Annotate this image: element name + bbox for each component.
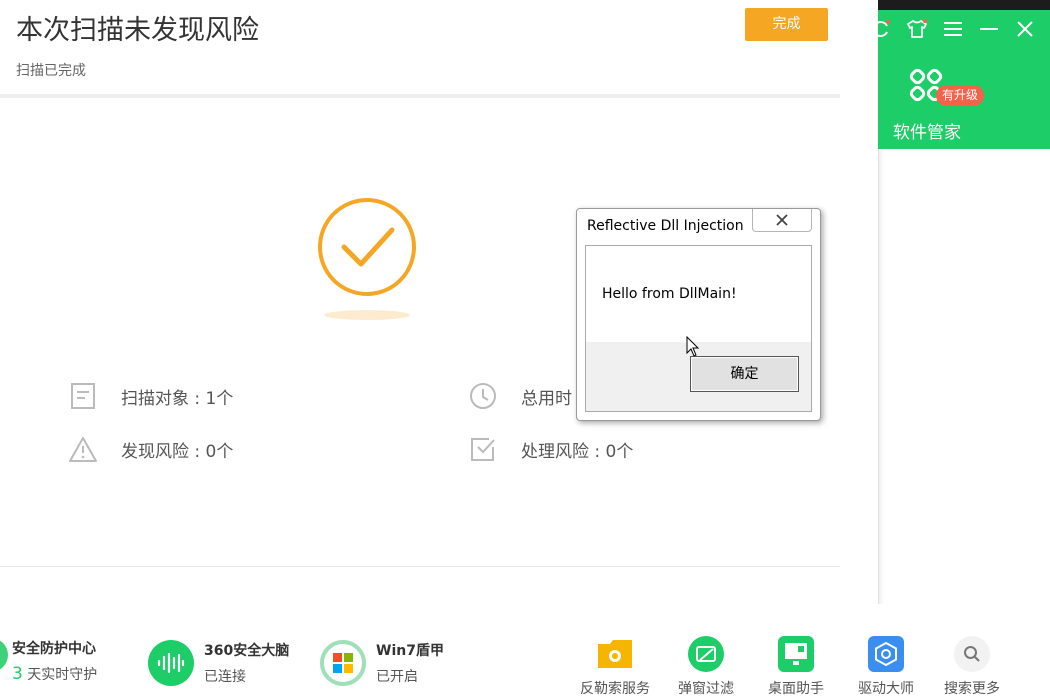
dialog-body: Hello from DllMain! 确定 [585,245,812,412]
driver-icon [868,636,904,672]
stat-risks-handled-text: 处理风险 : 0个 [521,441,634,462]
win7-shield-title: Win7盾甲 [376,643,444,659]
checkbox-icon [468,434,498,464]
stat-total-time-text: 总用时 [521,388,572,409]
tool-search-more[interactable]: 搜索更多 [932,636,1012,698]
close-icon [774,211,790,230]
warning-icon [68,434,98,464]
security-brain-status: 已连接 [204,669,246,685]
ok-button[interactable]: 确定 [690,356,799,392]
close-icon[interactable] [1012,14,1038,44]
stat-total-time: 总用时 [468,381,572,411]
message-dialog: Reflective Dll Injection Hello from DllM… [576,208,821,421]
divider [0,566,840,567]
stat-risks-found-text: 发现风险 : 0个 [121,441,234,462]
win7-shield-status: 已开启 [376,669,418,685]
security-brain-title: 360安全大脑 [204,643,290,659]
stat-risks-found: 发现风险 : 0个 [68,434,233,464]
skin-shirt-icon[interactable] [904,14,930,44]
stat-scan-objects-text: 扫描对象 : 1个 [121,388,234,409]
tool-label: 驱动大师 [858,681,914,697]
minimize-icon[interactable] [976,14,1002,44]
win7-shield-item[interactable]: Win7盾甲 已开启 [320,640,444,686]
dialog-message: Hello from DllMain! [602,286,737,302]
scan-status: 扫描已完成 [16,63,86,79]
security-center-title: 安全防护中心 [12,641,96,657]
popup-block-icon [688,636,724,672]
title-strip [878,0,1050,10]
document-icon [68,381,98,411]
stat-risks-handled: 处理风险 : 0个 [468,434,633,464]
tool-anti-ransomware[interactable]: 反勒索服务 [575,636,655,698]
done-button[interactable]: 完成 [745,8,828,41]
folder-shield-icon [597,636,633,672]
tool-label: 搜索更多 [944,681,1000,697]
stat-scan-objects: 扫描对象 : 1个 [68,381,233,411]
desktop-icon [778,636,814,672]
protection-days: 3 [12,664,23,684]
clock-icon [468,381,498,411]
sound-wave-icon [148,640,194,686]
tool-label: 反勒索服务 [580,681,650,697]
page-title: 本次扫描未发现风险 [16,15,259,46]
search-icon [954,636,990,672]
dialog-close-button[interactable] [752,209,812,232]
sync-icon[interactable] [868,14,894,44]
tool-label: 桌面助手 [768,681,824,697]
security-brain-item[interactable]: 360安全大脑 已连接 [148,640,289,686]
menu-icon[interactable] [940,14,966,44]
tool-desktop-assistant[interactable]: 桌面助手 [756,636,836,698]
software-manager-label[interactable]: 软件管家 [893,118,961,143]
windows-logo-icon [320,640,366,686]
window-controls [868,14,1050,44]
protection-days-label: 天实时守护 [27,667,98,683]
success-check-icon [316,197,420,327]
mouse-cursor-icon [686,335,700,362]
tool-driver-master[interactable]: 驱动大师 [846,636,926,698]
tool-label: 弹窗过滤 [678,681,734,697]
check-shadow [324,310,410,320]
upgrade-badge: 有升级 [936,85,985,106]
security-center-item[interactable]: 安全防护中心 3 天实时守护 [0,638,97,684]
divider [0,94,840,98]
dialog-title: Reflective Dll Injection [587,218,744,234]
shield-icon [0,638,8,672]
tool-popup-filter[interactable]: 弹窗过滤 [666,636,746,698]
